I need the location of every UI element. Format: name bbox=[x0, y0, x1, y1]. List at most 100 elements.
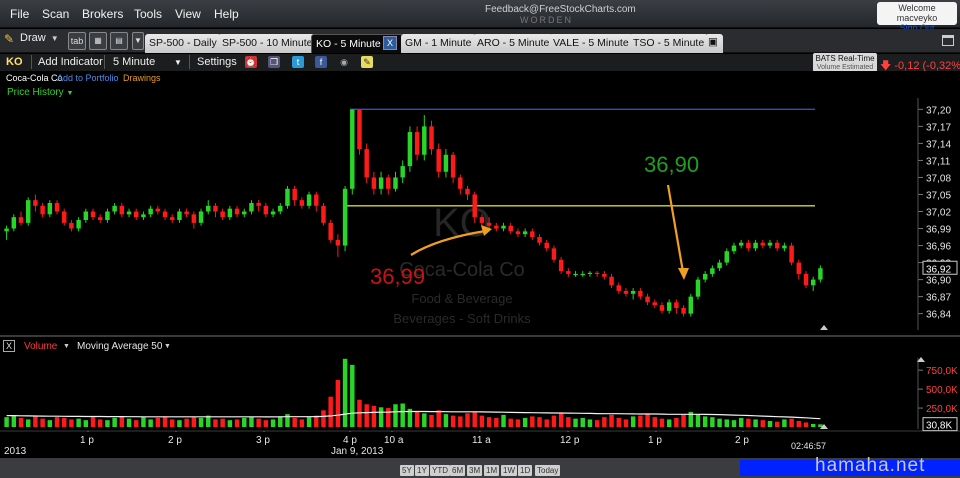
menu-help[interactable]: Help bbox=[214, 7, 239, 21]
volume-bar bbox=[609, 414, 614, 427]
tab-sp500-daily[interactable]: SP-500 - Daily bbox=[145, 34, 221, 53]
zoom-today-button[interactable]: Today bbox=[535, 465, 561, 476]
interval-select[interactable]: 5 Minute bbox=[113, 56, 155, 68]
feedback-link[interactable]: Feedback@FreeStockCharts.com bbox=[485, 4, 636, 15]
layout-menu-icon[interactable]: ▼ bbox=[132, 32, 144, 50]
zoom-ytd-button[interactable]: YTD bbox=[430, 465, 450, 476]
volume-bar bbox=[666, 419, 672, 427]
candle-down bbox=[789, 245, 794, 263]
candle-down bbox=[69, 222, 74, 229]
grid-layout-icon[interactable]: ▦ bbox=[89, 32, 107, 50]
note-icon[interactable]: ✎ bbox=[361, 56, 373, 68]
candle-down bbox=[54, 202, 60, 212]
volume-bar bbox=[234, 419, 240, 427]
candle-down bbox=[465, 188, 470, 195]
candle-up bbox=[378, 177, 384, 189]
copy-icon[interactable]: ❐ bbox=[268, 56, 280, 68]
candle-down bbox=[530, 231, 535, 238]
menu-view[interactable]: View bbox=[175, 7, 201, 21]
split-layout-icon[interactable]: ▤ bbox=[110, 32, 128, 50]
draw-button[interactable]: ✎ Draw ▼ bbox=[4, 32, 59, 50]
candle-up bbox=[278, 205, 283, 212]
zoom-1y-button[interactable]: 1Y bbox=[415, 465, 429, 476]
candle-down bbox=[371, 177, 377, 189]
alarm-clock-icon[interactable]: ⏰ bbox=[245, 56, 257, 68]
volume-bar bbox=[515, 419, 521, 427]
menu-tools[interactable]: Tools bbox=[134, 7, 162, 21]
volume-bar bbox=[270, 419, 276, 427]
price-history-menu[interactable]: Price History ▼ bbox=[7, 87, 73, 98]
tab-vale-5min[interactable]: VALE - 5 Minute bbox=[549, 34, 633, 53]
add-to-portfolio-link[interactable]: Add to Portfolio bbox=[57, 73, 119, 83]
candle-up bbox=[702, 273, 708, 280]
company-name: Coca-Cola Co bbox=[6, 73, 63, 83]
candle-down bbox=[184, 211, 189, 215]
candle-up bbox=[47, 202, 53, 215]
new-tab-icon[interactable]: ▣ bbox=[705, 34, 723, 53]
tab-aro-5min[interactable]: ARO - 5 Minute bbox=[473, 34, 554, 53]
twitter-icon[interactable]: t bbox=[292, 56, 304, 68]
price-tick-label: 37,05 bbox=[926, 190, 951, 201]
price-tick-label: 37,02 bbox=[926, 208, 951, 219]
zoom-1m-button[interactable]: 1M bbox=[484, 465, 500, 476]
volume-bar bbox=[378, 407, 384, 427]
menu-scan[interactable]: Scan bbox=[42, 7, 69, 21]
volume-bar bbox=[25, 419, 31, 427]
close-pane-icon[interactable]: X bbox=[3, 340, 15, 352]
close-tab-icon[interactable]: X bbox=[383, 36, 397, 50]
maximize-icon[interactable] bbox=[942, 35, 954, 46]
add-indicator-button[interactable]: Add Indicator bbox=[38, 56, 103, 68]
volume-bar bbox=[335, 380, 341, 427]
volume-bar bbox=[249, 417, 254, 427]
tab-tso-5min[interactable]: TSO - 5 Minute bbox=[629, 34, 709, 53]
volume-bar bbox=[623, 419, 629, 427]
candle-up bbox=[249, 202, 254, 212]
chevron-down-icon[interactable]: ▼ bbox=[63, 343, 70, 350]
volume-bar bbox=[479, 415, 485, 427]
candle-up bbox=[206, 205, 211, 212]
zoom-1w-button[interactable]: 1W bbox=[501, 465, 517, 476]
volume-bar bbox=[782, 419, 787, 427]
candle-down bbox=[97, 217, 103, 221]
menu-file[interactable]: File bbox=[10, 7, 29, 21]
settings-button[interactable]: Settings bbox=[197, 56, 237, 68]
candle-up bbox=[738, 242, 744, 246]
zoom-1d-button[interactable]: 1D bbox=[518, 465, 533, 476]
volume-label[interactable]: Volume bbox=[24, 341, 57, 352]
volume-bar bbox=[602, 417, 607, 427]
tab-sp500-10min[interactable]: SP-500 - 10 Minute bbox=[218, 34, 317, 53]
price-tick-label: 36,96 bbox=[926, 242, 951, 253]
candle-up bbox=[407, 132, 413, 167]
candle-down bbox=[458, 177, 463, 189]
candle-down bbox=[357, 109, 362, 150]
year-label: 2013 bbox=[4, 446, 27, 457]
date-label: Jan 9, 2013 bbox=[331, 446, 384, 457]
tab-layout-button[interactable]: tab bbox=[68, 32, 86, 50]
symbol-input[interactable]: KO bbox=[6, 56, 23, 68]
volume-bar bbox=[40, 418, 45, 427]
volume-bar bbox=[645, 413, 650, 427]
volume-bar bbox=[141, 417, 146, 427]
volume-tick-label: 250,0K bbox=[926, 404, 958, 415]
volume-bar bbox=[90, 417, 96, 427]
site-watermark: hamaha.net bbox=[815, 455, 926, 476]
volume-bar bbox=[97, 419, 103, 427]
camera-icon[interactable]: ◉ bbox=[338, 56, 350, 68]
volume-bar bbox=[292, 417, 297, 427]
candle-up bbox=[753, 242, 758, 249]
candle-up bbox=[25, 200, 31, 223]
menu-brokers[interactable]: Brokers bbox=[82, 7, 123, 21]
chevron-down-icon[interactable]: ▼ bbox=[164, 343, 171, 350]
zoom-6m-button[interactable]: 6M bbox=[450, 465, 466, 476]
drawings-link[interactable]: Drawings bbox=[123, 73, 161, 83]
candle-up bbox=[105, 211, 110, 221]
zoom-5y-button[interactable]: 5Y bbox=[400, 465, 414, 476]
candle-up bbox=[393, 177, 398, 189]
facebook-icon[interactable]: f bbox=[315, 56, 327, 68]
chevron-down-icon[interactable]: ▼ bbox=[174, 58, 182, 67]
moving-average-label[interactable]: Moving Average 50 bbox=[77, 341, 162, 352]
tab-gm-1min[interactable]: GM - 1 Minute bbox=[401, 34, 476, 53]
volume-bar bbox=[443, 414, 449, 427]
volume-bar bbox=[263, 420, 269, 427]
zoom-3m-button[interactable]: 3M bbox=[467, 465, 483, 476]
